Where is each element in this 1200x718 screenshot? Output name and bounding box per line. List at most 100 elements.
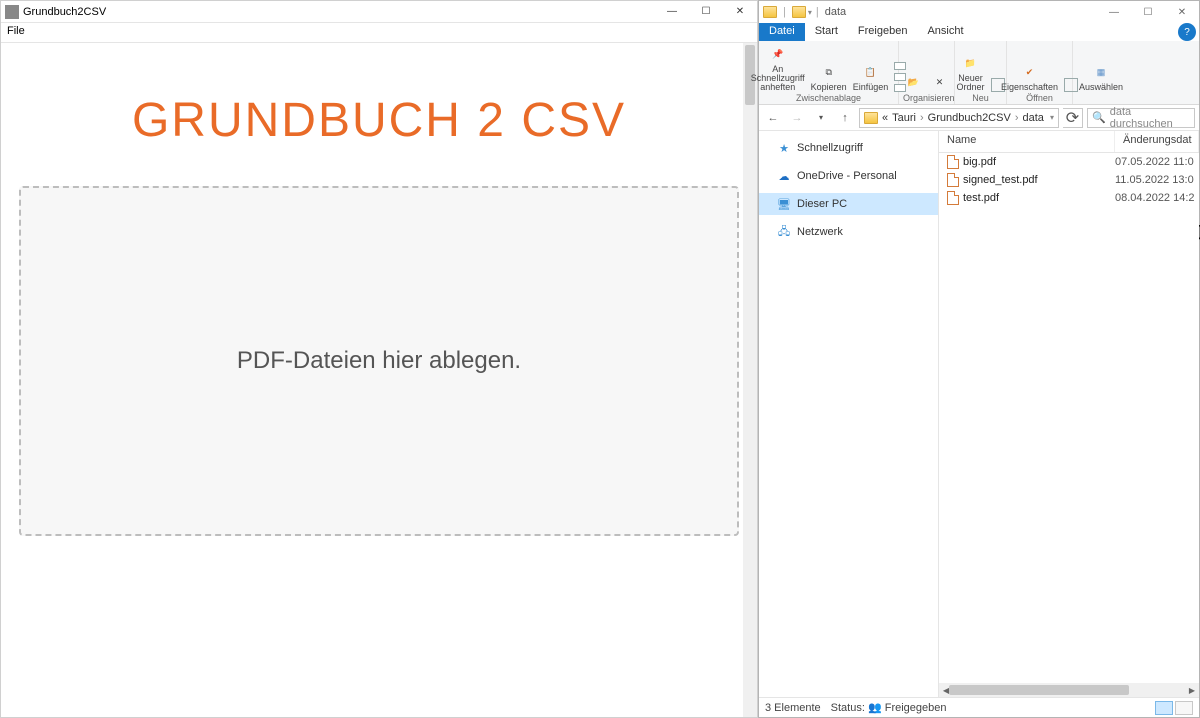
checkmark-icon: ✔: [1020, 62, 1040, 82]
pdf-dropzone[interactable]: PDF-Dateien hier ablegen.: [19, 186, 739, 536]
dropzone-text: PDF-Dateien hier ablegen.: [237, 347, 521, 375]
nav-quick-access-label: Schnellzugriff: [797, 142, 863, 154]
maximize-button[interactable]: ☐: [689, 1, 723, 23]
file-date: 08.04.2022 14:2: [1115, 192, 1199, 204]
ribbon-group-clipboard: 📌 An Schnellzugriff anheften ⧉ Kopieren …: [759, 41, 899, 104]
group-organize-label: Organisieren: [903, 92, 950, 104]
chevron-down-icon[interactable]: ▾: [1050, 113, 1054, 122]
nav-onedrive[interactable]: ☁ OneDrive - Personal: [759, 165, 938, 187]
breadcrumb-grundbuch2csv[interactable]: Grundbuch2CSV: [928, 112, 1011, 124]
scrollbar-thumb[interactable]: [949, 685, 1129, 695]
tab-start[interactable]: Start: [805, 23, 848, 41]
close-button[interactable]: ✕: [1165, 1, 1199, 23]
minimize-button[interactable]: —: [1097, 1, 1131, 23]
ribbon-group-select: ▦ Auswählen: [1073, 41, 1129, 104]
group-new-label: Neu: [959, 92, 1002, 104]
horizontal-scrollbar[interactable]: ◀ ▶: [939, 683, 1199, 697]
titlebar-separator: |: [783, 6, 786, 18]
paste-icon: 📋: [860, 62, 880, 82]
search-input[interactable]: 🔍 data durchsuchen: [1087, 108, 1195, 128]
file-list-pane: Name Änderungsdat big.pdf 07.05.2022 11:…: [939, 131, 1199, 697]
back-button[interactable]: ←: [763, 108, 783, 128]
new-folder-button[interactable]: 📁 Neuer Ordner: [957, 53, 985, 92]
app-heading: GRUNDBUCH 2 CSV: [1, 93, 757, 148]
select-icon: ▦: [1091, 62, 1111, 82]
status-state-value: Freigegeben: [885, 702, 947, 714]
chevron-down-icon[interactable]: ▾: [808, 8, 812, 17]
file-row[interactable]: big.pdf 07.05.2022 11:0: [939, 153, 1199, 171]
file-row[interactable]: test.pdf 08.04.2022 14:2: [939, 189, 1199, 207]
details-view-button[interactable]: [1155, 701, 1173, 715]
cloud-icon: ☁: [777, 169, 791, 183]
group-open-label: Öffnen: [1011, 92, 1068, 104]
app-menubar: File: [1, 23, 757, 43]
move-button[interactable]: 📂: [904, 72, 924, 92]
new-folder-label: Neuer Ordner: [957, 74, 985, 92]
nav-this-pc[interactable]: 🖥 Dieser PC: [759, 193, 938, 215]
explorer-body: ★ Schnellzugriff ☁ OneDrive - Personal 🖥…: [759, 131, 1199, 697]
breadcrumb-tauri[interactable]: Tauri: [892, 112, 916, 124]
app-title: Grundbuch2CSV: [23, 6, 106, 18]
copy-label: Kopieren: [811, 83, 847, 92]
ribbon-group-organize: 📂 ✕ Organisieren: [899, 41, 955, 104]
pdf-icon: [947, 155, 959, 169]
forward-button[interactable]: →: [787, 108, 807, 128]
delete-icon: ✕: [930, 72, 950, 92]
titlebar-separator: |: [816, 6, 819, 18]
nav-onedrive-label: OneDrive - Personal: [797, 170, 897, 182]
properties-button[interactable]: ✔ Eigenschaften: [1001, 62, 1058, 92]
people-icon: 👥: [868, 702, 882, 714]
tab-ansicht[interactable]: Ansicht: [917, 23, 973, 41]
select-label: Auswählen: [1079, 83, 1123, 92]
select-button[interactable]: ▦ Auswählen: [1079, 62, 1123, 92]
file-date: 11.05.2022 13:0: [1115, 174, 1199, 186]
refresh-button[interactable]: ⟳: [1063, 108, 1083, 128]
recent-button[interactable]: ▾: [811, 108, 831, 128]
help-button[interactable]: ?: [1178, 23, 1196, 41]
vertical-scrollbar[interactable]: [743, 43, 757, 717]
status-bar: 3 Elemente Status: 👥 Freigegeben: [759, 697, 1199, 717]
copy-button[interactable]: ⧉ Kopieren: [811, 62, 847, 92]
menu-file[interactable]: File: [7, 25, 25, 37]
properties-label: Eigenschaften: [1001, 83, 1058, 92]
pin-icon: 📌: [768, 44, 788, 64]
network-icon: 🖧: [777, 225, 791, 239]
icons-view-button[interactable]: [1175, 701, 1193, 715]
group-clipboard-label: Zwischenablage: [763, 92, 894, 104]
status-state-label: Status:: [831, 702, 865, 714]
grundbuch-app-window: Grundbuch2CSV — ☐ ✕ File GRUNDBUCH 2 CSV…: [0, 0, 758, 718]
file-row[interactable]: signed_test.pdf 11.05.2022 13:0: [939, 171, 1199, 189]
tab-freigeben[interactable]: Freigeben: [848, 23, 918, 41]
ribbon-group-open: ✔ Eigenschaften Öffnen: [1007, 41, 1073, 104]
up-button[interactable]: ↑: [835, 108, 855, 128]
column-name[interactable]: Name: [939, 131, 1115, 152]
address-bar[interactable]: « Tauri › Grundbuch2CSV › data ▾: [859, 108, 1059, 128]
chevron-right-icon: ›: [1015, 112, 1019, 124]
delete-button[interactable]: ✕: [930, 72, 950, 92]
nav-network-label: Netzwerk: [797, 226, 843, 238]
explorer-title: data: [825, 6, 846, 18]
folder-icon: [763, 6, 777, 18]
ribbon: 📌 An Schnellzugriff anheften ⧉ Kopieren …: [759, 41, 1199, 105]
nav-quick-access[interactable]: ★ Schnellzugriff: [759, 137, 938, 159]
tab-datei[interactable]: Datei: [759, 23, 805, 41]
breadcrumb-data[interactable]: data: [1022, 112, 1043, 124]
navigation-pane: ★ Schnellzugriff ☁ OneDrive - Personal 🖥…: [759, 131, 939, 697]
scroll-right-button[interactable]: ▶: [1185, 683, 1199, 697]
move-icon: 📂: [904, 72, 924, 92]
file-explorer-window: | ▾ | data — ☐ ✕ Datei Start Freigeben A…: [758, 0, 1200, 718]
nav-network[interactable]: 🖧 Netzwerk: [759, 221, 938, 243]
status-count: 3 Elemente: [765, 702, 821, 714]
paste-button[interactable]: 📋 Einfügen: [853, 62, 889, 92]
breadcrumb-overflow[interactable]: «: [882, 112, 888, 124]
maximize-button[interactable]: ☐: [1131, 1, 1165, 23]
column-date[interactable]: Änderungsdat: [1115, 131, 1199, 152]
view-buttons: [1155, 701, 1193, 715]
new-folder-icon: 📁: [961, 53, 981, 73]
minimize-button[interactable]: —: [655, 1, 689, 23]
close-button[interactable]: ✕: [723, 1, 757, 23]
explorer-titlebar: | ▾ | data — ☐ ✕: [759, 1, 1199, 23]
chevron-right-icon: ›: [920, 112, 924, 124]
pin-to-quickaccess-button[interactable]: 📌 An Schnellzugriff anheften: [751, 44, 805, 92]
paste-label: Einfügen: [853, 83, 889, 92]
